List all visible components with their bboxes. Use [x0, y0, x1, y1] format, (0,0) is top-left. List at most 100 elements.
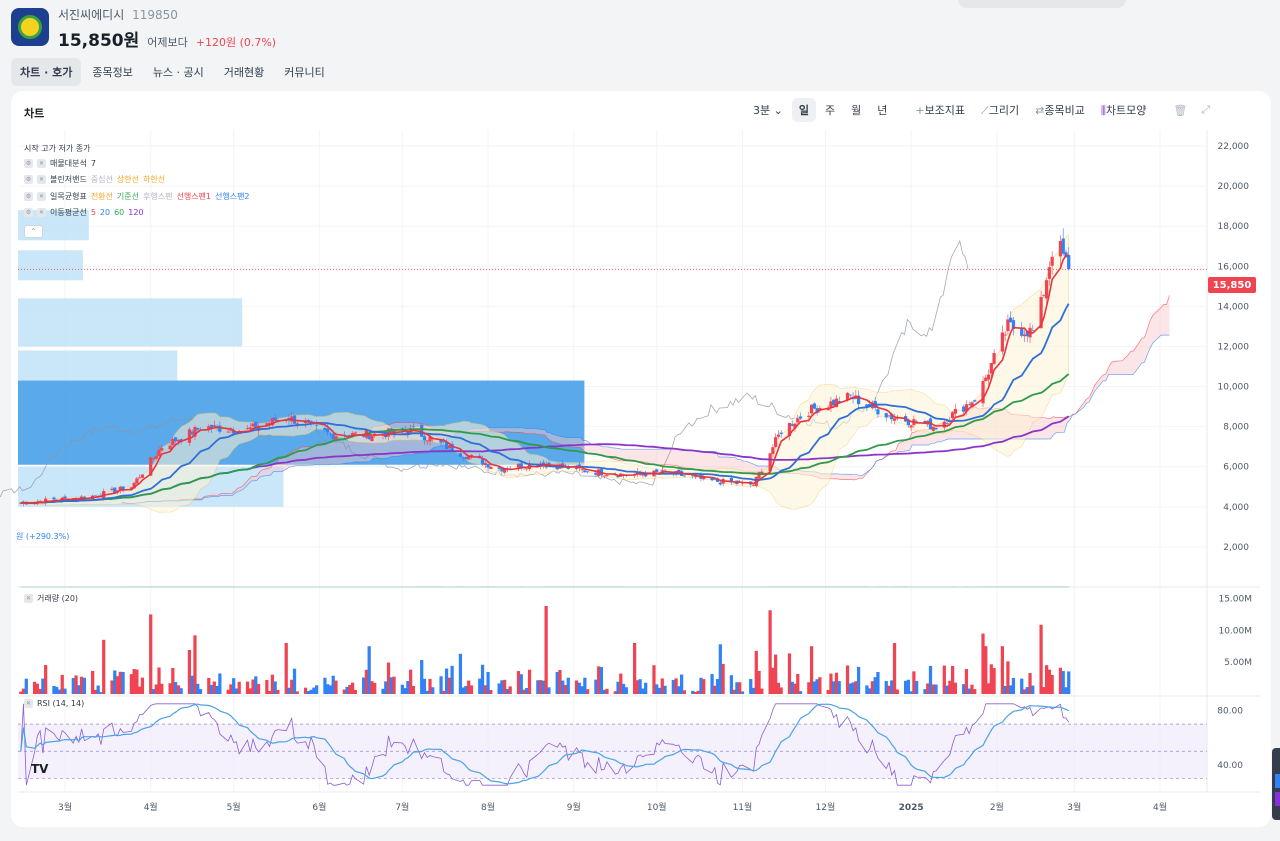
- volume-bar: [1028, 673, 1032, 694]
- candle-body: [63, 496, 67, 499]
- volume-bar: [74, 675, 78, 694]
- volume-bar: [541, 680, 545, 694]
- volume-bar: [671, 679, 675, 694]
- volume-bar: [621, 683, 626, 694]
- candle-body: [655, 469, 659, 473]
- y-tick-label: 4,000: [1223, 503, 1249, 513]
- volume-bar: [508, 686, 512, 694]
- volume-bar: [519, 674, 523, 694]
- volume-bar: [702, 679, 706, 694]
- volume-bar: [986, 683, 991, 694]
- volume-bar: [652, 665, 656, 694]
- volume-bar: [420, 659, 424, 694]
- close-icon[interactable]: ✕: [37, 158, 46, 168]
- legend-ich-span2: 선행스팬2: [214, 191, 250, 201]
- collapse-legend-button[interactable]: ⌃: [24, 225, 43, 238]
- candle-body: [93, 495, 98, 497]
- candle-body: [798, 416, 803, 419]
- x-tick-label: 11월: [733, 801, 753, 813]
- candle-body: [464, 457, 468, 459]
- y-tick-label: 20,000: [1218, 182, 1250, 192]
- volume-bar: [771, 667, 775, 694]
- rsi-tick-label: 80.00: [1217, 707, 1243, 717]
- volume-bar: [237, 681, 241, 694]
- close-icon[interactable]: ✕: [24, 594, 33, 603]
- volume-bar: [655, 684, 659, 694]
- volume-bar: [953, 682, 957, 694]
- candle-body: [154, 456, 158, 459]
- candle-body: [771, 447, 775, 454]
- volume-bar: [815, 679, 819, 694]
- volume-bar: [60, 674, 64, 694]
- volume-bar: [677, 686, 681, 694]
- candle-body: [953, 408, 957, 414]
- ohlc-legend: 시작 고가 저가 종가: [24, 144, 91, 153]
- volume-bar: [710, 673, 714, 694]
- volume-bar: [973, 689, 977, 694]
- volume-bar: [422, 678, 427, 694]
- volume-bar: [757, 670, 761, 694]
- x-tick-label: 4월: [144, 801, 158, 813]
- candle-body: [876, 409, 880, 415]
- side-badge[interactable]: [1272, 748, 1280, 820]
- volume-bar: [818, 677, 822, 694]
- volume-bar: [740, 691, 745, 694]
- volume-bar: [345, 686, 349, 694]
- volume-bar: [312, 687, 316, 694]
- legend-bb-lower: 하한선: [143, 175, 166, 185]
- volume-bar: [856, 666, 861, 694]
- close-icon[interactable]: ✕: [37, 191, 46, 201]
- candle-body: [1003, 334, 1007, 336]
- volume-bar: [832, 681, 836, 694]
- candle-body: [331, 433, 335, 440]
- tradingview-logo-icon[interactable]: TV: [31, 762, 48, 776]
- candle-body: [1000, 332, 1005, 352]
- legend-bb-upper: 상한선: [116, 175, 139, 185]
- candle-body: [832, 399, 836, 406]
- settings-icon[interactable]: ⚙: [24, 175, 33, 185]
- price-chart[interactable]: 3월 4월 5월 6월 7월 8월 9월 10월 11월 12월 2025 2월 3월 4월 22,000 2…: [0, 0, 1280, 841]
- settings-icon[interactable]: ⚙: [24, 158, 33, 168]
- volume-bar: [934, 684, 938, 694]
- volume-bar: [386, 662, 391, 694]
- settings-icon[interactable]: ⚙: [24, 208, 33, 218]
- x-tick-label: 3월: [58, 801, 72, 813]
- volume-bar: [635, 680, 640, 694]
- x-tick-label: 2월: [990, 801, 1004, 813]
- close-icon[interactable]: ✕: [24, 699, 33, 708]
- legend-bb-mid: 중심선: [90, 175, 113, 185]
- volume-bar: [132, 669, 136, 694]
- candle-body: [212, 425, 216, 427]
- volume-bar: [915, 681, 919, 694]
- close-icon[interactable]: ✕: [37, 208, 46, 218]
- legend-vp-param: 7: [90, 158, 96, 168]
- volume-bar: [400, 684, 404, 694]
- legend-ich-conv: 전환선: [90, 191, 113, 201]
- candle-body: [583, 470, 587, 473]
- candle-body: [973, 400, 977, 402]
- candle-body: [718, 482, 722, 485]
- volume-bar: [19, 691, 23, 694]
- volume-bar: [226, 689, 230, 694]
- volume-bar: [776, 682, 781, 694]
- volume-bar: [845, 665, 850, 694]
- volume-bar: [55, 686, 59, 694]
- close-icon[interactable]: ✕: [37, 175, 46, 185]
- volume-bar: [32, 681, 37, 694]
- volume-bar: [315, 685, 319, 694]
- candle-body: [967, 404, 971, 406]
- settings-icon[interactable]: ⚙: [24, 191, 33, 201]
- volume-bar: [458, 653, 463, 694]
- candle-body: [1058, 240, 1063, 257]
- volume-bar: [768, 610, 772, 694]
- x-tick-label: 3월: [1067, 801, 1081, 813]
- volume-bar: [461, 687, 465, 694]
- candle-body: [187, 429, 192, 443]
- volume-bar: [715, 679, 720, 694]
- volume-tick-label: 5.00M: [1224, 658, 1252, 668]
- candle-body: [425, 440, 429, 442]
- candle-body: [151, 458, 156, 459]
- candle-body: [962, 406, 966, 412]
- volume-bar: [273, 681, 277, 694]
- volume-bar: [77, 685, 81, 694]
